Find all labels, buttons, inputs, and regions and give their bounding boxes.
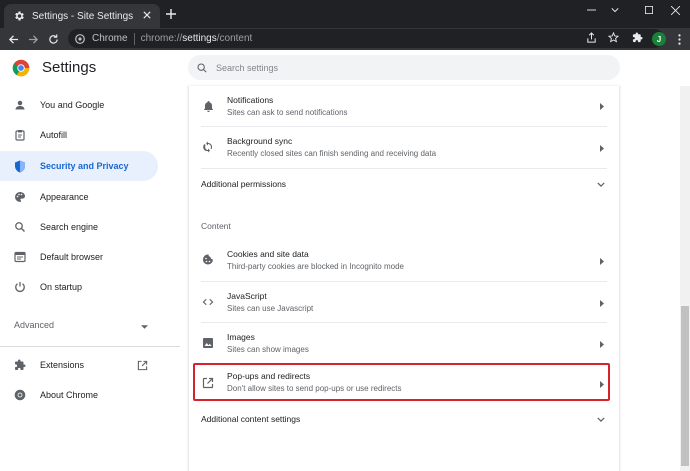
image-icon [201, 336, 215, 350]
chevron-right-icon [597, 256, 607, 266]
row-title: Notifications [227, 95, 274, 105]
row-divider [201, 168, 607, 169]
cookie-icon [201, 253, 215, 267]
chrome-site-icon [74, 33, 86, 45]
bookmark-star-icon[interactable] [606, 30, 620, 44]
images-row[interactable]: Images Sites can show images [189, 323, 619, 363]
sidebar-item-label: Default browser [40, 252, 104, 262]
bell-icon [201, 99, 215, 113]
row-title: Cookies and site data [227, 249, 309, 259]
sidebar: You and Google Autofill Security and Pri… [0, 86, 180, 471]
sidebar-item-you-and-google[interactable]: You and Google [0, 90, 158, 120]
sidebar-item-label: Extensions [40, 360, 85, 370]
settings-search[interactable] [188, 55, 620, 80]
row-title: Images [227, 332, 255, 342]
chevron-down-icon [595, 413, 607, 425]
row-subtitle: Sites can ask to send notifications [227, 108, 348, 117]
tab-title: Settings - Site Settings [32, 10, 134, 22]
sidebar-item-appearance[interactable]: Appearance [0, 182, 158, 212]
settings-header: Settings [0, 50, 690, 86]
sidebar-advanced-toggle[interactable]: Advanced [14, 318, 148, 332]
row-subtitle: Sites can use Javascript [227, 304, 314, 313]
chrome-icon [13, 388, 27, 402]
sidebar-divider [0, 346, 180, 347]
new-tab-icon[interactable] [164, 7, 178, 21]
highlight-box [193, 363, 610, 401]
row-subtitle: Sites can show images [227, 345, 309, 354]
gear-icon [12, 9, 26, 23]
minimize-icon[interactable] [576, 0, 606, 20]
more-menu-icon[interactable] [672, 31, 686, 47]
shield-icon [13, 159, 27, 173]
additional-content-label: Additional content settings [201, 414, 301, 424]
chrome-logo-icon [12, 59, 30, 77]
person-icon [13, 98, 27, 112]
sidebar-item-autofill[interactable]: Autofill [0, 120, 158, 150]
share-icon[interactable] [584, 30, 598, 44]
additional-content-settings-toggle[interactable]: Additional content settings [189, 406, 619, 432]
sidebar-item-label: Security and Privacy [40, 161, 129, 171]
notifications-row[interactable]: Notifications Sites can ask to send noti… [189, 86, 619, 126]
address-bar[interactable]: Chrome chrome://settings/content [68, 29, 664, 48]
title-bar: Settings - Site Settings [0, 0, 690, 28]
sidebar-item-label: About Chrome [40, 390, 99, 400]
tab-settings[interactable]: Settings - Site Settings [4, 4, 160, 28]
extensions-puzzle-icon[interactable] [630, 30, 644, 44]
row-subtitle: Recently closed sites can finish sending… [227, 149, 437, 158]
chevron-right-icon [597, 298, 607, 308]
row-subtitle: Third-party cookies are blocked in Incog… [227, 262, 404, 271]
sidebar-item-label: On startup [40, 282, 83, 292]
external-link-icon[interactable] [136, 359, 148, 371]
sidebar-item-extensions[interactable]: Extensions [0, 350, 158, 380]
chevron-right-icon [597, 143, 607, 153]
section-heading-content: Content [201, 221, 231, 231]
caret-down-icon [141, 316, 148, 334]
close-tab-icon[interactable] [140, 8, 154, 22]
sidebar-item-search-engine[interactable]: Search engine [0, 212, 158, 242]
reload-icon[interactable] [44, 30, 62, 48]
browser-icon [13, 250, 27, 264]
javascript-row[interactable]: JavaScript Sites can use Javascript [189, 282, 619, 322]
profile-avatar[interactable]: J [652, 32, 666, 46]
site-settings-card: Notifications Sites can ask to send noti… [188, 86, 620, 471]
sidebar-item-default-browser[interactable]: Default browser [0, 242, 158, 272]
sidebar-item-label: You and Google [40, 100, 105, 110]
close-window-icon[interactable] [660, 0, 690, 20]
omnibox-separator [133, 32, 135, 45]
browser-toolbar: Chrome chrome://settings/content J [0, 28, 690, 50]
puzzle-icon [13, 358, 27, 372]
sidebar-item-on-startup[interactable]: On startup [0, 272, 158, 302]
code-icon [201, 295, 215, 309]
sync-icon [201, 140, 215, 154]
sidebar-item-about-chrome[interactable]: About Chrome [0, 380, 158, 410]
power-icon [13, 280, 27, 294]
clipboard-icon [13, 128, 27, 142]
sidebar-item-label: Search engine [40, 222, 99, 232]
chevron-right-icon [597, 339, 607, 349]
site-label: Chrome [92, 33, 128, 44]
search-icon [13, 220, 27, 234]
url-text: chrome://settings/content [140, 33, 253, 44]
chevron-right-icon [597, 101, 607, 111]
search-icon [196, 62, 208, 74]
additional-permissions-label: Additional permissions [201, 179, 287, 189]
scrollbar-thumb[interactable] [681, 306, 689, 466]
palette-icon [13, 190, 27, 204]
background-sync-row[interactable]: Background sync Recently closed sites ca… [189, 127, 619, 168]
row-title: Background sync [227, 136, 293, 146]
sidebar-item-security-and-privacy[interactable]: Security and Privacy [0, 151, 158, 181]
chevron-down-icon [595, 178, 607, 190]
additional-permissions-toggle[interactable]: Additional permissions [189, 171, 619, 197]
page-title: Settings [42, 59, 97, 76]
row-title: JavaScript [227, 291, 267, 301]
advanced-label: Advanced [14, 320, 55, 330]
back-arrow-icon[interactable] [4, 30, 22, 48]
forward-arrow-icon[interactable] [24, 30, 42, 48]
search-input[interactable] [216, 62, 596, 73]
sidebar-item-label: Autofill [40, 130, 68, 140]
sidebar-item-label: Appearance [40, 192, 89, 202]
cookies-row[interactable]: Cookies and site data Third-party cookie… [189, 240, 619, 281]
